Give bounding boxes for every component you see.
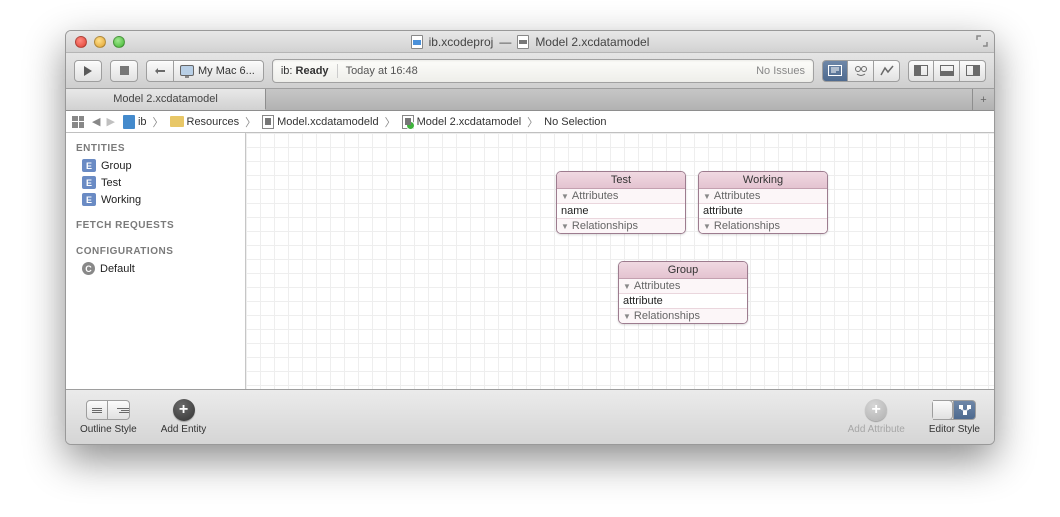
crumb-resources[interactable]: Resources	[170, 116, 240, 128]
canvas[interactable]: Test▼Attributesname▼RelationshipsWorking…	[246, 133, 994, 389]
project-icon	[123, 115, 135, 129]
entity-badge-icon: E	[82, 159, 96, 172]
entity-badge-icon: E	[82, 176, 96, 189]
activity-viewer: ib: Ready Today at 16:48 No Issues	[272, 59, 814, 83]
plus-icon: +	[865, 399, 887, 421]
titlebar: ib.xcodeproj — Model 2.xcdatamodel	[66, 31, 994, 53]
add-entity-label: Add Entity	[161, 424, 207, 435]
model-doc-icon	[517, 35, 529, 49]
window-title: ib.xcodeproj — Model 2.xcdatamodel	[66, 35, 994, 49]
bottombar: Outline Style + Add Entity + Add Attribu…	[66, 389, 994, 444]
config-badge-icon: C	[82, 262, 95, 275]
editor-standard-button[interactable]	[822, 60, 848, 82]
editor-assistant-button[interactable]	[848, 60, 874, 82]
add-tab-button[interactable]: +	[972, 89, 994, 110]
entity-header: Group	[619, 262, 747, 279]
canvas-entity-test[interactable]: Test▼Attributesname▼Relationships	[556, 171, 686, 234]
no-issues-label: No Issues	[756, 65, 805, 77]
editor-version-button[interactable]	[874, 60, 900, 82]
tabbar: Model 2.xcdatamodel +	[66, 89, 994, 111]
panel-bottom-button[interactable]	[934, 60, 960, 82]
panel-left-button[interactable]	[908, 60, 934, 82]
related-items-icon[interactable]	[72, 116, 84, 128]
editor-style-control[interactable]: Editor Style	[929, 399, 980, 435]
nav-forward-button[interactable]: ▶	[106, 115, 114, 128]
close-window-button[interactable]	[75, 36, 87, 48]
sidebar: ENTITIES EGroup ETest EWorking FETCH REQ…	[66, 133, 246, 389]
title-project: ib.xcodeproj	[429, 35, 494, 49]
attributes-section[interactable]: ▼Attributes	[699, 189, 827, 204]
entity-badge-icon: E	[82, 193, 96, 206]
crumb-project[interactable]: ib	[123, 115, 147, 129]
fullscreen-icon[interactable]	[976, 35, 988, 47]
entity-header: Test	[557, 172, 685, 189]
scheme-selector[interactable]: My Mac 6...	[174, 60, 264, 82]
model-version-icon	[402, 115, 414, 129]
plus-icon: +	[173, 399, 195, 421]
editor-style-label: Editor Style	[929, 424, 980, 435]
crumb-modeld[interactable]: Model.xcdatamodeld	[262, 115, 379, 129]
add-entity-button[interactable]: + Add Entity	[161, 399, 207, 435]
relationships-section[interactable]: ▼Relationships	[557, 219, 685, 233]
minimize-window-button[interactable]	[94, 36, 106, 48]
add-attribute-label: Add Attribute	[848, 424, 905, 435]
entities-header: ENTITIES	[66, 139, 245, 157]
mac-icon	[180, 65, 194, 76]
fetch-requests-header: FETCH REQUESTS	[66, 216, 245, 234]
activity-status: Ready	[296, 65, 329, 77]
attribute-row[interactable]: attribute	[619, 294, 747, 309]
attribute-row[interactable]: attribute	[699, 204, 827, 219]
config-item-default[interactable]: CDefault	[66, 260, 245, 277]
project-doc-icon	[411, 35, 423, 49]
relationships-section[interactable]: ▼Relationships	[619, 309, 747, 323]
scheme-breakpoint-button[interactable]	[146, 60, 174, 82]
entity-item-working[interactable]: EWorking	[66, 191, 245, 208]
attributes-section[interactable]: ▼Attributes	[557, 189, 685, 204]
outline-style-label: Outline Style	[80, 424, 137, 435]
add-attribute-button: + Add Attribute	[848, 399, 905, 435]
stop-button[interactable]	[110, 60, 138, 82]
relationships-section[interactable]: ▼Relationships	[699, 219, 827, 233]
toolbar: My Mac 6... ib: Ready Today at 16:48 No …	[66, 53, 994, 89]
entity-item-group[interactable]: EGroup	[66, 157, 245, 174]
attribute-row[interactable]: name	[557, 204, 685, 219]
canvas-entity-group[interactable]: Group▼Attributesattribute▼Relationships	[618, 261, 748, 324]
canvas-entity-working[interactable]: Working▼Attributesattribute▼Relationship…	[698, 171, 828, 234]
crumb-selection[interactable]: No Selection	[544, 116, 606, 128]
attributes-section[interactable]: ▼Attributes	[619, 279, 747, 294]
crumb-model[interactable]: Model 2.xcdatamodel	[402, 115, 522, 129]
jumpbar: ◀ ▶ ib 〉 Resources 〉 Model.xcdatamodeld …	[66, 111, 994, 133]
activity-time: Today at 16:48	[346, 65, 418, 77]
scheme-label: My Mac 6...	[198, 65, 255, 77]
model-bundle-icon	[262, 115, 274, 129]
zoom-window-button[interactable]	[113, 36, 125, 48]
activity-prefix: ib:	[281, 65, 293, 77]
configurations-header: CONFIGURATIONS	[66, 242, 245, 260]
title-separator: —	[499, 35, 511, 49]
tab-model[interactable]: Model 2.xcdatamodel	[66, 89, 266, 110]
folder-icon	[170, 116, 184, 127]
entity-header: Working	[699, 172, 827, 189]
outline-style-control[interactable]: Outline Style	[80, 399, 137, 435]
run-button[interactable]	[74, 60, 102, 82]
panel-right-button[interactable]	[960, 60, 986, 82]
title-model: Model 2.xcdatamodel	[535, 35, 649, 49]
nav-back-button[interactable]: ◀	[92, 115, 100, 128]
entity-item-test[interactable]: ETest	[66, 174, 245, 191]
